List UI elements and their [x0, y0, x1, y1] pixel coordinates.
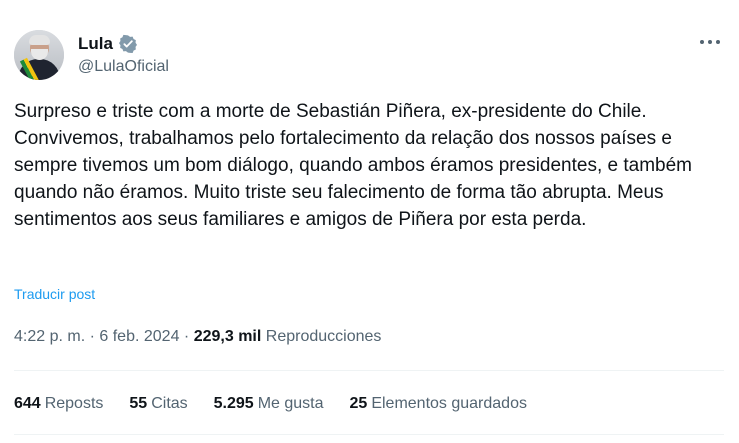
stat-likes[interactable]: 5.295 Me gusta [214, 395, 324, 413]
tweet-date[interactable]: 6 feb. 2024 [99, 328, 179, 345]
avatar-hair [29, 35, 50, 45]
divider [14, 434, 724, 435]
stat-count: 55 [129, 395, 148, 412]
stat-label: Me gusta [257, 395, 324, 412]
divider [14, 370, 724, 371]
verified-badge-icon[interactable] [118, 34, 138, 54]
author-name[interactable]: Lula [78, 34, 113, 54]
stat-label: Elementos guardados [371, 395, 527, 412]
meta-separator: · [89, 328, 95, 345]
stat-count: 25 [349, 395, 368, 412]
tweet-header: Lula @LulaOficial [14, 30, 169, 80]
tweet: Lula @LulaOficial Surpreso e triste com … [0, 0, 739, 443]
meta-separator: · [183, 328, 190, 345]
more-options-icon[interactable] [699, 37, 721, 47]
author-handle[interactable]: @LulaOficial [78, 58, 169, 76]
stat-reposts[interactable]: 644 Reposts [14, 395, 103, 413]
stat-count: 644 [14, 395, 41, 412]
author-names: Lula @LulaOficial [78, 34, 169, 76]
translate-post-link[interactable]: Traducir post [14, 286, 95, 302]
name-row: Lula [78, 34, 169, 54]
stat-label: Reposts [44, 395, 104, 412]
stat-label: Citas [151, 395, 188, 412]
views-label: Reproducciones [265, 328, 382, 345]
tweet-text: Surpreso e triste com a morte de Sebasti… [14, 101, 693, 230]
tweet-time[interactable]: 4:22 p. m. [14, 328, 85, 345]
avatar[interactable] [14, 30, 64, 80]
stat-quotes[interactable]: 55 Citas [129, 395, 187, 413]
tweet-meta: 4:22 p. m. · 6 feb. 2024 · 229,3 mil Rep… [14, 328, 381, 346]
stat-count: 5.295 [213, 395, 254, 412]
tweet-stats: 644 Reposts 55 Citas 5.295 Me gusta 25 Eleme… [14, 395, 553, 413]
stat-bookmarks[interactable]: 25 Elementos guardados [350, 395, 527, 413]
views-count: 229,3 mil [193, 328, 262, 345]
